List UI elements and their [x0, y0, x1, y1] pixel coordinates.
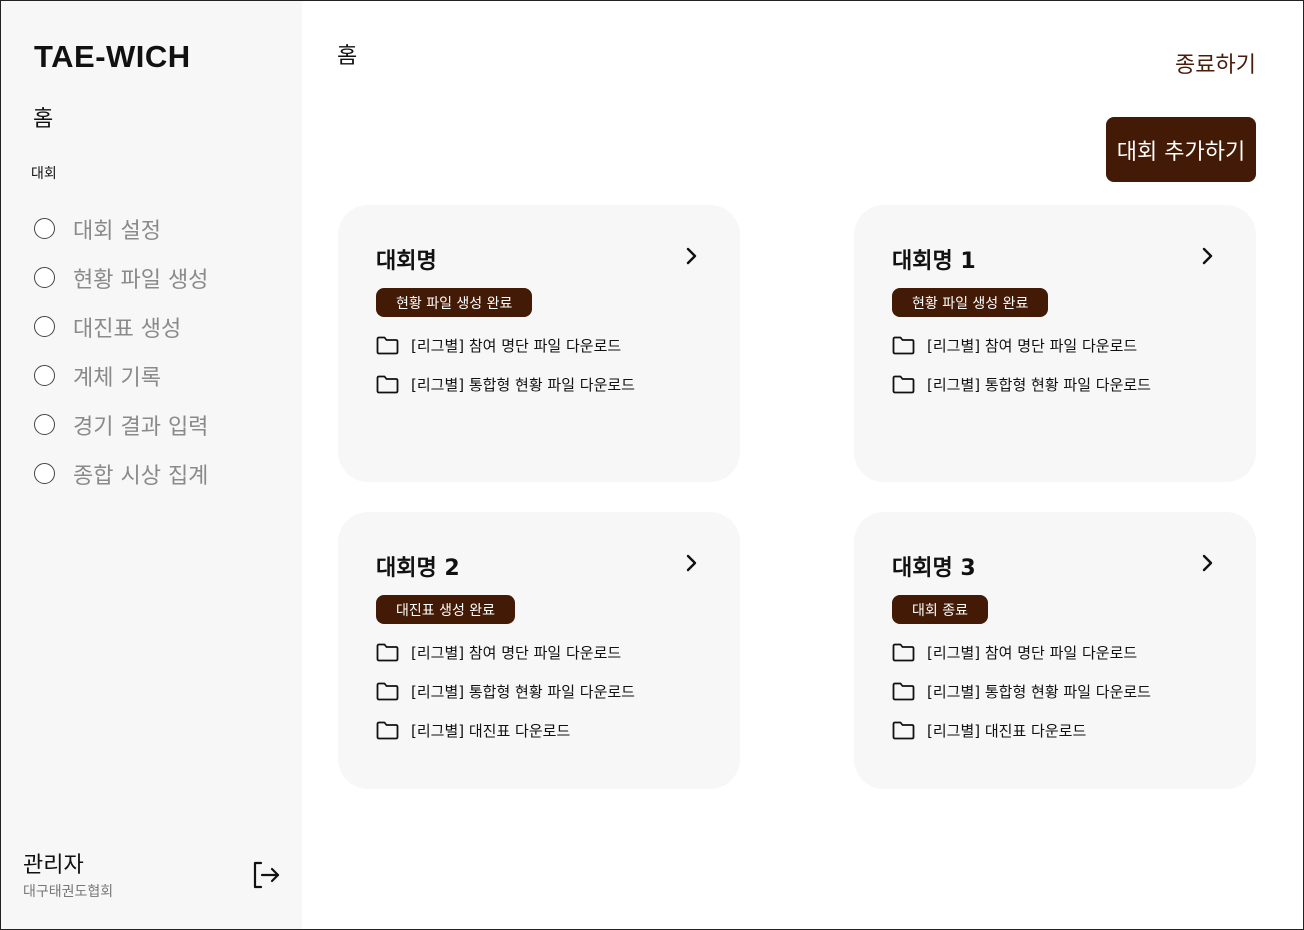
download-link[interactable]: [리그별] 통합형 현황 파일 다운로드: [892, 374, 1151, 395]
status-badge: 대회 종료: [892, 595, 988, 624]
download-link[interactable]: [리그별] 참여 명단 파일 다운로드: [892, 642, 1137, 663]
sidebar-item-home[interactable]: 홈: [33, 101, 53, 133]
add-competition-button[interactable]: 대회 추가하기: [1106, 117, 1256, 182]
sidebar-item-status-file[interactable]: 현황 파일 생성: [34, 253, 208, 302]
sidebar-item-label: 대회 설정: [73, 218, 161, 244]
card-title: 대회명: [376, 249, 437, 274]
download-label: [리그별] 대진표 다운로드: [927, 722, 1087, 740]
radio-icon[interactable]: [34, 463, 55, 484]
download-label: [리그별] 통합형 현황 파일 다운로드: [927, 376, 1151, 394]
status-badge: 현황 파일 생성 완료: [892, 288, 1049, 317]
competition-card: 대회명 1 현황 파일 생성 완료 [리그별] 참여 명단 파일 다운로드 [리…: [854, 205, 1256, 482]
radio-icon[interactable]: [34, 267, 55, 288]
competition-card: 대회명 2 대진표 생성 완료 [리그별] 참여 명단 파일 다운로드 [리그별…: [338, 512, 740, 789]
radio-icon[interactable]: [34, 316, 55, 337]
sidebar-item-label: 경기 결과 입력: [73, 414, 209, 440]
download-link[interactable]: [리그별] 대진표 다운로드: [892, 720, 1086, 741]
status-badge: 현황 파일 생성 완료: [376, 288, 533, 317]
competition-card: 대회명 3 대회 종료 [리그별] 참여 명단 파일 다운로드 [리그별] 통합…: [854, 512, 1256, 789]
sidebar-item-label: 현황 파일 생성: [73, 267, 209, 293]
sidebar: TAE-WICH 홈 대회 대회 설정 현황 파일 생성 대진표 생성 계체 기…: [1, 1, 302, 929]
chevron-right-icon[interactable]: [684, 554, 700, 572]
user-name: 관리자: [23, 853, 84, 878]
download-label: [리그별] 참여 명단 파일 다운로드: [411, 644, 622, 662]
sidebar-item-label: 계체 기록: [73, 365, 161, 391]
folder-icon: [376, 721, 399, 740]
download-link[interactable]: [리그별] 참여 명단 파일 다운로드: [376, 642, 621, 663]
exit-button[interactable]: 종료하기: [1175, 47, 1256, 79]
status-badge: 대진표 생성 완료: [376, 595, 516, 624]
download-label: [리그별] 참여 명단 파일 다운로드: [927, 337, 1138, 355]
sidebar-item-label: 대진표 생성: [73, 316, 182, 342]
download-link[interactable]: [리그별] 통합형 현황 파일 다운로드: [892, 681, 1151, 702]
download-label: [리그별] 참여 명단 파일 다운로드: [411, 337, 622, 355]
download-link[interactable]: [리그별] 통합형 현황 파일 다운로드: [376, 681, 635, 702]
chevron-right-icon[interactable]: [1200, 554, 1216, 572]
sidebar-item-bracket[interactable]: 대진표 생성: [34, 302, 208, 351]
card-title: 대회명 1: [892, 249, 976, 274]
sidebar-item-match-results[interactable]: 경기 결과 입력: [34, 400, 208, 449]
sidebar-menu: 대회 설정 현황 파일 생성 대진표 생성 계체 기록 경기 결과 입력 종합 …: [34, 204, 208, 498]
folder-icon: [892, 643, 915, 662]
card-title: 대회명 3: [892, 556, 976, 581]
chevron-right-icon[interactable]: [1200, 247, 1216, 265]
folder-icon: [892, 682, 915, 701]
radio-icon[interactable]: [34, 218, 55, 239]
sidebar-item-label: 종합 시상 집계: [73, 463, 209, 489]
download-link[interactable]: [리그별] 참여 명단 파일 다운로드: [376, 335, 621, 356]
sidebar-item-competition-settings[interactable]: 대회 설정: [34, 204, 208, 253]
download-label: [리그별] 통합형 현황 파일 다운로드: [411, 683, 635, 701]
download-link[interactable]: [리그별] 통합형 현황 파일 다운로드: [376, 374, 635, 395]
logout-icon[interactable]: [251, 859, 281, 891]
radio-icon[interactable]: [34, 414, 55, 435]
chevron-right-icon[interactable]: [684, 247, 700, 265]
card-title: 대회명 2: [376, 556, 460, 581]
radio-icon[interactable]: [34, 365, 55, 386]
folder-icon: [892, 721, 915, 740]
app-logo: TAE-WICH: [34, 39, 191, 74]
download-label: [리그별] 통합형 현황 파일 다운로드: [927, 683, 1151, 701]
download-label: [리그별] 참여 명단 파일 다운로드: [927, 644, 1138, 662]
folder-icon: [892, 375, 915, 394]
competition-card: 대회명 현황 파일 생성 완료 [리그별] 참여 명단 파일 다운로드 [리그별…: [338, 205, 740, 482]
sidebar-item-awards[interactable]: 종합 시상 집계: [34, 449, 208, 498]
folder-icon: [376, 375, 399, 394]
sidebar-section-label: 대회: [31, 166, 57, 182]
folder-icon: [376, 643, 399, 662]
folder-icon: [892, 336, 915, 355]
download-label: [리그별] 통합형 현황 파일 다운로드: [411, 376, 635, 394]
user-organization: 대구태권도협회: [23, 884, 114, 900]
download-link[interactable]: [리그별] 참여 명단 파일 다운로드: [892, 335, 1137, 356]
download-link[interactable]: [리그별] 대진표 다운로드: [376, 720, 570, 741]
download-label: [리그별] 대진표 다운로드: [411, 722, 571, 740]
page-title: 홈: [337, 44, 358, 69]
folder-icon: [376, 336, 399, 355]
sidebar-item-weigh-in[interactable]: 계체 기록: [34, 351, 208, 400]
folder-icon: [376, 682, 399, 701]
